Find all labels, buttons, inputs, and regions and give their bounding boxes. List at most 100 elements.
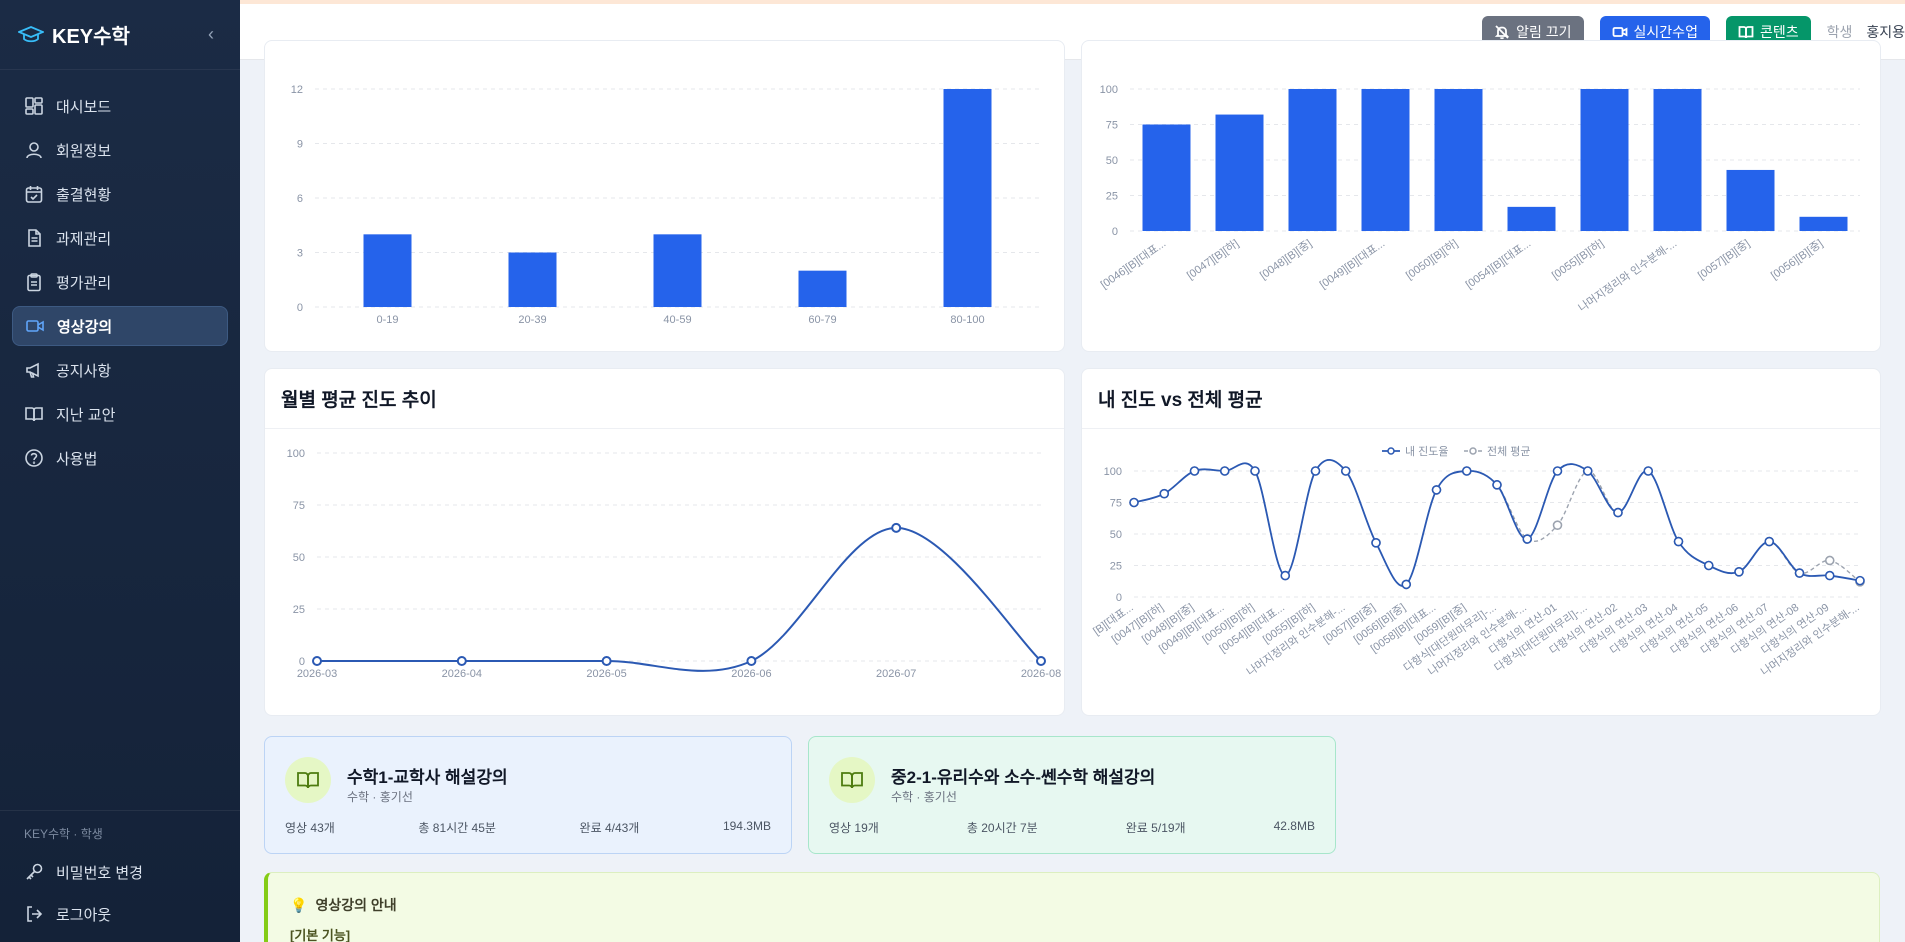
video-lecture-guide: 💡 영상강의 안내 [기본 기능] bbox=[264, 872, 1880, 942]
legend-label: 전체 평균 bbox=[1487, 445, 1531, 458]
sidebar-item-label: 로그아웃 bbox=[56, 906, 112, 924]
x-tick-label: [0056][B][중] bbox=[1769, 238, 1825, 282]
data-point bbox=[1371, 538, 1381, 548]
sidebar-item-label: 과제관리 bbox=[56, 230, 112, 248]
sidebar-item-notices[interactable]: 공지사항 bbox=[12, 350, 228, 390]
data-point bbox=[1310, 466, 1321, 476]
series-line bbox=[316, 526, 1042, 672]
data-point bbox=[1280, 570, 1291, 581]
data-point bbox=[1824, 555, 1835, 566]
y-tick-label: 50 bbox=[1110, 529, 1122, 541]
data-point bbox=[1552, 466, 1563, 476]
y-tick-label: 0 bbox=[297, 302, 303, 314]
course-stats: 영상 43개 총 81시간 45분 완료 4/43개 194.3MB bbox=[285, 819, 771, 836]
data-point bbox=[601, 656, 612, 666]
data-point bbox=[456, 656, 467, 666]
x-tick-label: [0047][B][하] bbox=[1184, 236, 1241, 282]
course-completed: 완료 5/19개 bbox=[1125, 821, 1186, 835]
sidebar-item-attendance[interactable]: 출결현황 bbox=[12, 174, 228, 214]
y-tick-label: 25 bbox=[293, 604, 305, 616]
x-tick-label: [0054][B][대표... bbox=[1463, 237, 1533, 292]
y-tick-label: 100 bbox=[287, 448, 305, 460]
dashboard-icon bbox=[25, 97, 43, 115]
legend-marker bbox=[1387, 447, 1395, 455]
x-tick-label: 2026-08 bbox=[1021, 668, 1061, 680]
y-tick-label: 50 bbox=[1106, 155, 1118, 167]
graduation-cap-icon bbox=[18, 25, 44, 42]
card-title: 월별 평균 진도 추이 bbox=[265, 369, 1064, 429]
x-tick-label: 80-100 bbox=[950, 314, 984, 326]
y-tick-label: 75 bbox=[1110, 498, 1122, 510]
sidebar-item-label: 공지사항 bbox=[56, 362, 112, 380]
x-tick-label: 0-19 bbox=[376, 314, 398, 326]
live-class-label: 실시간수업 bbox=[1633, 23, 1698, 40]
clipboard-icon bbox=[27, 273, 41, 292]
card-title: 내 진도 vs 전체 평균 bbox=[1082, 369, 1880, 429]
sidebar-item-assignments[interactable]: 과제관리 bbox=[12, 218, 228, 258]
legend-marker bbox=[1469, 447, 1477, 455]
y-tick-label: 50 bbox=[293, 552, 305, 564]
series-line bbox=[1133, 459, 1861, 587]
book-open-icon bbox=[1738, 25, 1754, 38]
sidebar-item-past-lessons[interactable]: 지난 교안 bbox=[12, 394, 228, 434]
sidebar-footer-caption: KEY수학 · 학생 bbox=[24, 827, 103, 841]
sidebar-item-profile[interactable]: 회원정보 bbox=[12, 130, 228, 170]
bar bbox=[1580, 89, 1629, 231]
book-icon-badge bbox=[829, 757, 875, 803]
progress-compare-card: 내 진도 vs 전체 평균 0 25 50 75 100 [B][대표... [0047][… bbox=[1081, 368, 1881, 716]
data-point bbox=[1431, 485, 1442, 495]
book-icon-badge bbox=[285, 757, 331, 803]
y-tick-label: 100 bbox=[1104, 466, 1122, 478]
change-password-link[interactable]: 비밀번호 변경 bbox=[12, 852, 228, 892]
video-icon bbox=[1612, 26, 1627, 37]
y-tick-label: 12 bbox=[291, 84, 303, 96]
logout-icon bbox=[27, 906, 43, 922]
bar bbox=[1799, 216, 1848, 231]
bar bbox=[1288, 89, 1337, 231]
monthly-trend-chart: 0 25 50 75 100 2026-03 2026-04 2026-05 2026-06 20… bbox=[287, 448, 1062, 680]
y-tick-label: 25 bbox=[1106, 191, 1118, 203]
bar bbox=[1215, 114, 1264, 231]
bar bbox=[798, 270, 847, 307]
sidebar-item-evaluations[interactable]: 평가관리 bbox=[12, 262, 228, 302]
data-point bbox=[1492, 480, 1502, 490]
course-card[interactable]: 중2-1-유리수와 소수-쎈수학 해설강의 수학 · 홍기선 영상 19개 총 … bbox=[808, 736, 1336, 854]
calendar-check-icon bbox=[25, 186, 43, 203]
y-tick-label: 6 bbox=[297, 193, 303, 205]
x-tick-label: [0050][B][하] bbox=[1403, 236, 1460, 282]
sidebar-item-video-lectures[interactable]: 영상강의 bbox=[12, 306, 228, 346]
user-icon bbox=[26, 142, 42, 159]
sidebar-item-help[interactable]: 사용법 bbox=[12, 438, 228, 478]
course-title: 수학1-교학사 해설강의 bbox=[347, 768, 508, 787]
app-name: KEY수학 bbox=[52, 26, 130, 48]
y-tick-label: 9 bbox=[297, 139, 303, 151]
course-size: 42.8MB bbox=[1273, 819, 1315, 833]
sidebar-item-label: 영상강의 bbox=[57, 318, 113, 336]
lecture-progress-card: 0 25 50 75 100 [0046][B][대표... [0047][B][하] [00… bbox=[1081, 40, 1881, 352]
course-title: 중2-1-유리수와 소수-쎈수학 해설강의 bbox=[891, 768, 1156, 787]
alarm-off-label: 알림 끄기 bbox=[1516, 23, 1572, 40]
sidebar-item-dashboard[interactable]: 대시보드 bbox=[12, 86, 228, 126]
content-label: 콘텐츠 bbox=[1759, 23, 1799, 40]
sidebar: KEY수학 ‹ 대시보드 회원정보 출결현황 과제관리 평가관리 영상강의 공지… bbox=[0, 0, 240, 942]
data-point bbox=[1703, 560, 1714, 571]
course-stats: 영상 19개 총 20시간 7분 완료 5/19개 42.8MB bbox=[829, 819, 1315, 836]
data-point bbox=[1461, 466, 1472, 476]
data-point bbox=[312, 656, 322, 666]
chevron-left-icon[interactable]: ‹ bbox=[200, 24, 222, 46]
data-point bbox=[746, 656, 757, 666]
score-distribution-card: 0 3 6 9 12 0-19 20-39 40-59 60-79 80-100 bbox=[264, 40, 1065, 352]
data-point bbox=[1250, 466, 1260, 476]
data-point bbox=[1613, 507, 1623, 518]
legend-label: 내 진도율 bbox=[1405, 445, 1449, 458]
course-size: 194.3MB bbox=[722, 819, 771, 833]
logout-link[interactable]: 로그아웃 bbox=[12, 894, 228, 934]
data-point bbox=[1340, 466, 1351, 476]
bar bbox=[653, 234, 702, 307]
data-point bbox=[1552, 520, 1563, 530]
user-name[interactable]: 홍지용 bbox=[1866, 22, 1905, 42]
course-card[interactable]: 수학1-교학사 해설강의 수학 · 홍기선 영상 43개 총 81시간 45분 … bbox=[264, 736, 792, 854]
x-tick-label: 40-59 bbox=[663, 314, 691, 326]
bar bbox=[363, 234, 412, 307]
bar bbox=[1726, 169, 1775, 231]
